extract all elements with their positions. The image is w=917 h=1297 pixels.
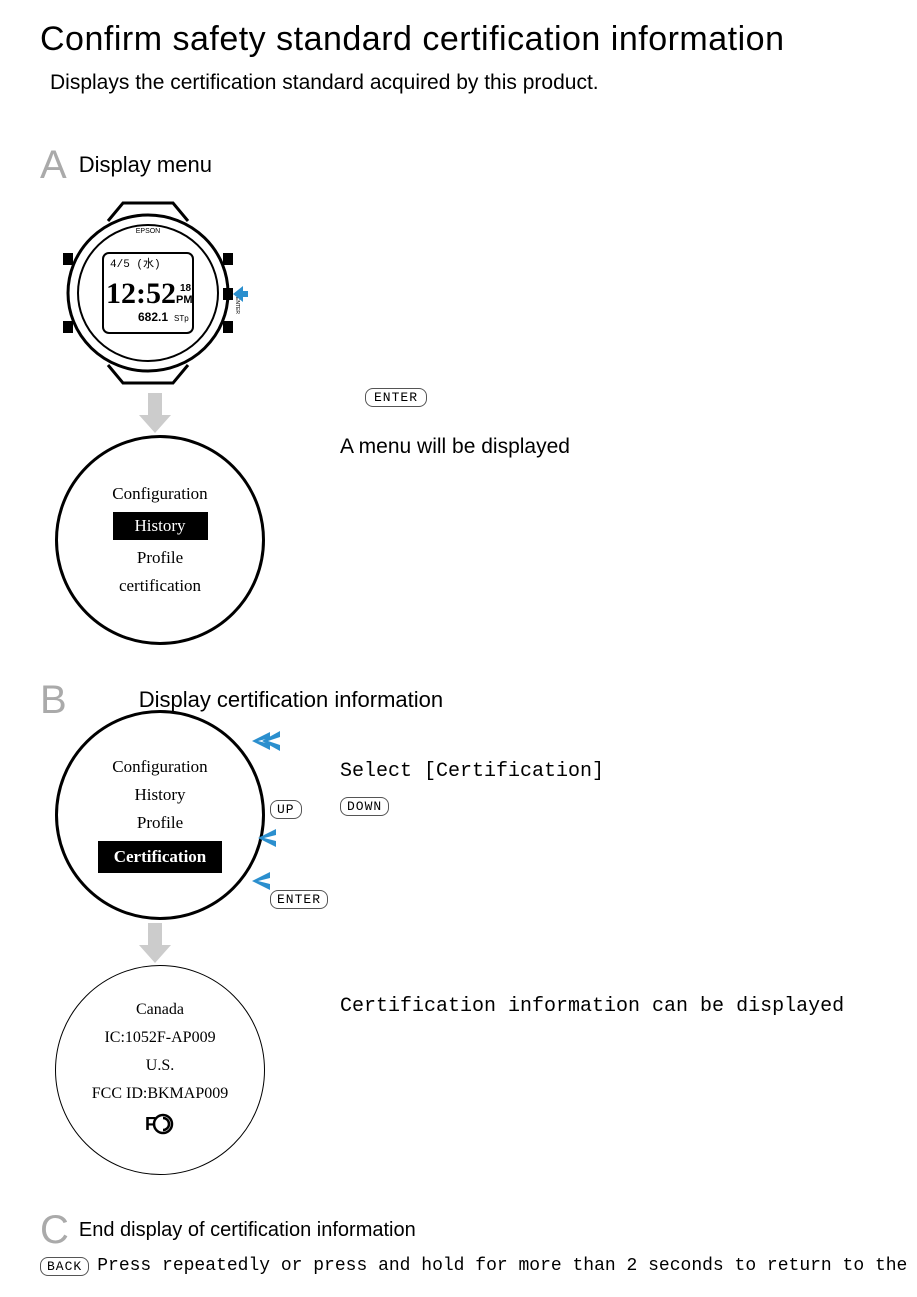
watch-sec: 18: [180, 283, 192, 294]
menu-history-selected[interactable]: History: [113, 512, 208, 540]
section-a: A Display menu 4/5 (水) 12:52 18 PM 682.1…: [40, 145, 877, 645]
cert-info-caption: Certification information can be display…: [340, 995, 844, 1018]
step-c-title: End display of certification information: [79, 1219, 416, 1242]
watch-unit: STp: [174, 314, 189, 323]
back-instruction: Press repeatedly or press and hold for m…: [97, 1256, 917, 1276]
step-a-title: Display menu: [79, 152, 212, 178]
svg-text:EPSON: EPSON: [136, 228, 161, 235]
cert-country-us: U.S.: [146, 1057, 174, 1075]
fcc-logo-icon: F: [145, 1113, 175, 1140]
step-letter-a: A: [40, 145, 67, 185]
watch-distance: 682.1: [138, 310, 168, 324]
menu-b-history[interactable]: History: [135, 785, 186, 805]
menu-b-configuration[interactable]: Configuration: [112, 757, 207, 777]
step-letter-c: C: [40, 1210, 69, 1250]
enter-button-b[interactable]: ENTER: [270, 890, 328, 909]
down-arrow-a: ENTER: [135, 393, 877, 440]
enter-button-a[interactable]: ENTER: [365, 388, 427, 407]
menu-b-profile[interactable]: Profile: [137, 813, 183, 833]
page-subtitle: Displays the certification standard acqu…: [50, 71, 877, 95]
watch-illustration: 4/5 (水) 12:52 18 PM 682.1 STp EPSON ENTE…: [48, 193, 877, 398]
arrow-down-icon: [258, 828, 280, 848]
watch-ampm: PM: [176, 294, 193, 306]
back-button[interactable]: BACK: [40, 1257, 89, 1276]
svg-text:ENTER: ENTER: [234, 297, 240, 314]
watch-date: 4/5 (水): [110, 257, 161, 271]
certification-info-circle: Canada IC:1052F-AP009 U.S. FCC ID:BKMAP0…: [55, 965, 265, 1175]
section-c: C End display of certification informati…: [40, 1210, 877, 1276]
section-b: B Display certification information Conf…: [40, 680, 877, 1175]
menu-circle-a: Configuration History Profile certificat…: [55, 435, 265, 645]
arrow-up-icon: [252, 730, 280, 752]
cert-country-canada: Canada: [136, 1001, 184, 1019]
select-certification-text: Select [Certification]: [340, 760, 604, 783]
down-arrow-b: [135, 923, 877, 970]
watch-time: 12:52: [106, 277, 176, 310]
page-title: Confirm safety standard certification in…: [40, 20, 877, 59]
cert-fcc-id: FCC ID:BKMAP009: [92, 1085, 228, 1103]
arrow-enter-icon: [252, 870, 280, 892]
menu-configuration[interactable]: Configuration: [112, 484, 207, 504]
cert-ic-id: IC:1052F-AP009: [104, 1029, 215, 1047]
menu-certification[interactable]: certification: [119, 576, 201, 596]
menu-profile[interactable]: Profile: [137, 548, 183, 568]
up-button[interactable]: UP: [270, 800, 302, 819]
menu-circle-b: Configuration History Profile Certificat…: [55, 710, 265, 920]
step-a-caption: A menu will be displayed: [340, 435, 570, 459]
menu-b-certification-selected[interactable]: Certification: [98, 841, 223, 873]
down-button[interactable]: DOWN: [340, 797, 389, 816]
